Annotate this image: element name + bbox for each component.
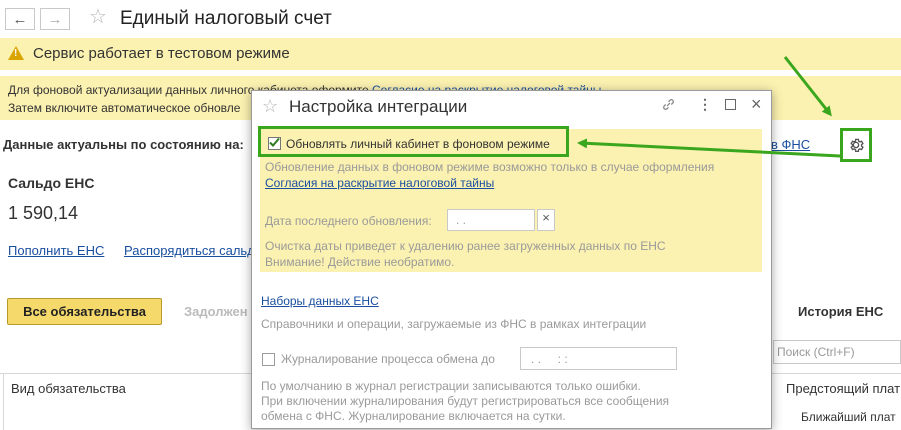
arrow-to-gear bbox=[783, 56, 832, 117]
arrow-to-checkbox bbox=[577, 138, 841, 158]
annotation-arrows bbox=[577, 56, 841, 158]
